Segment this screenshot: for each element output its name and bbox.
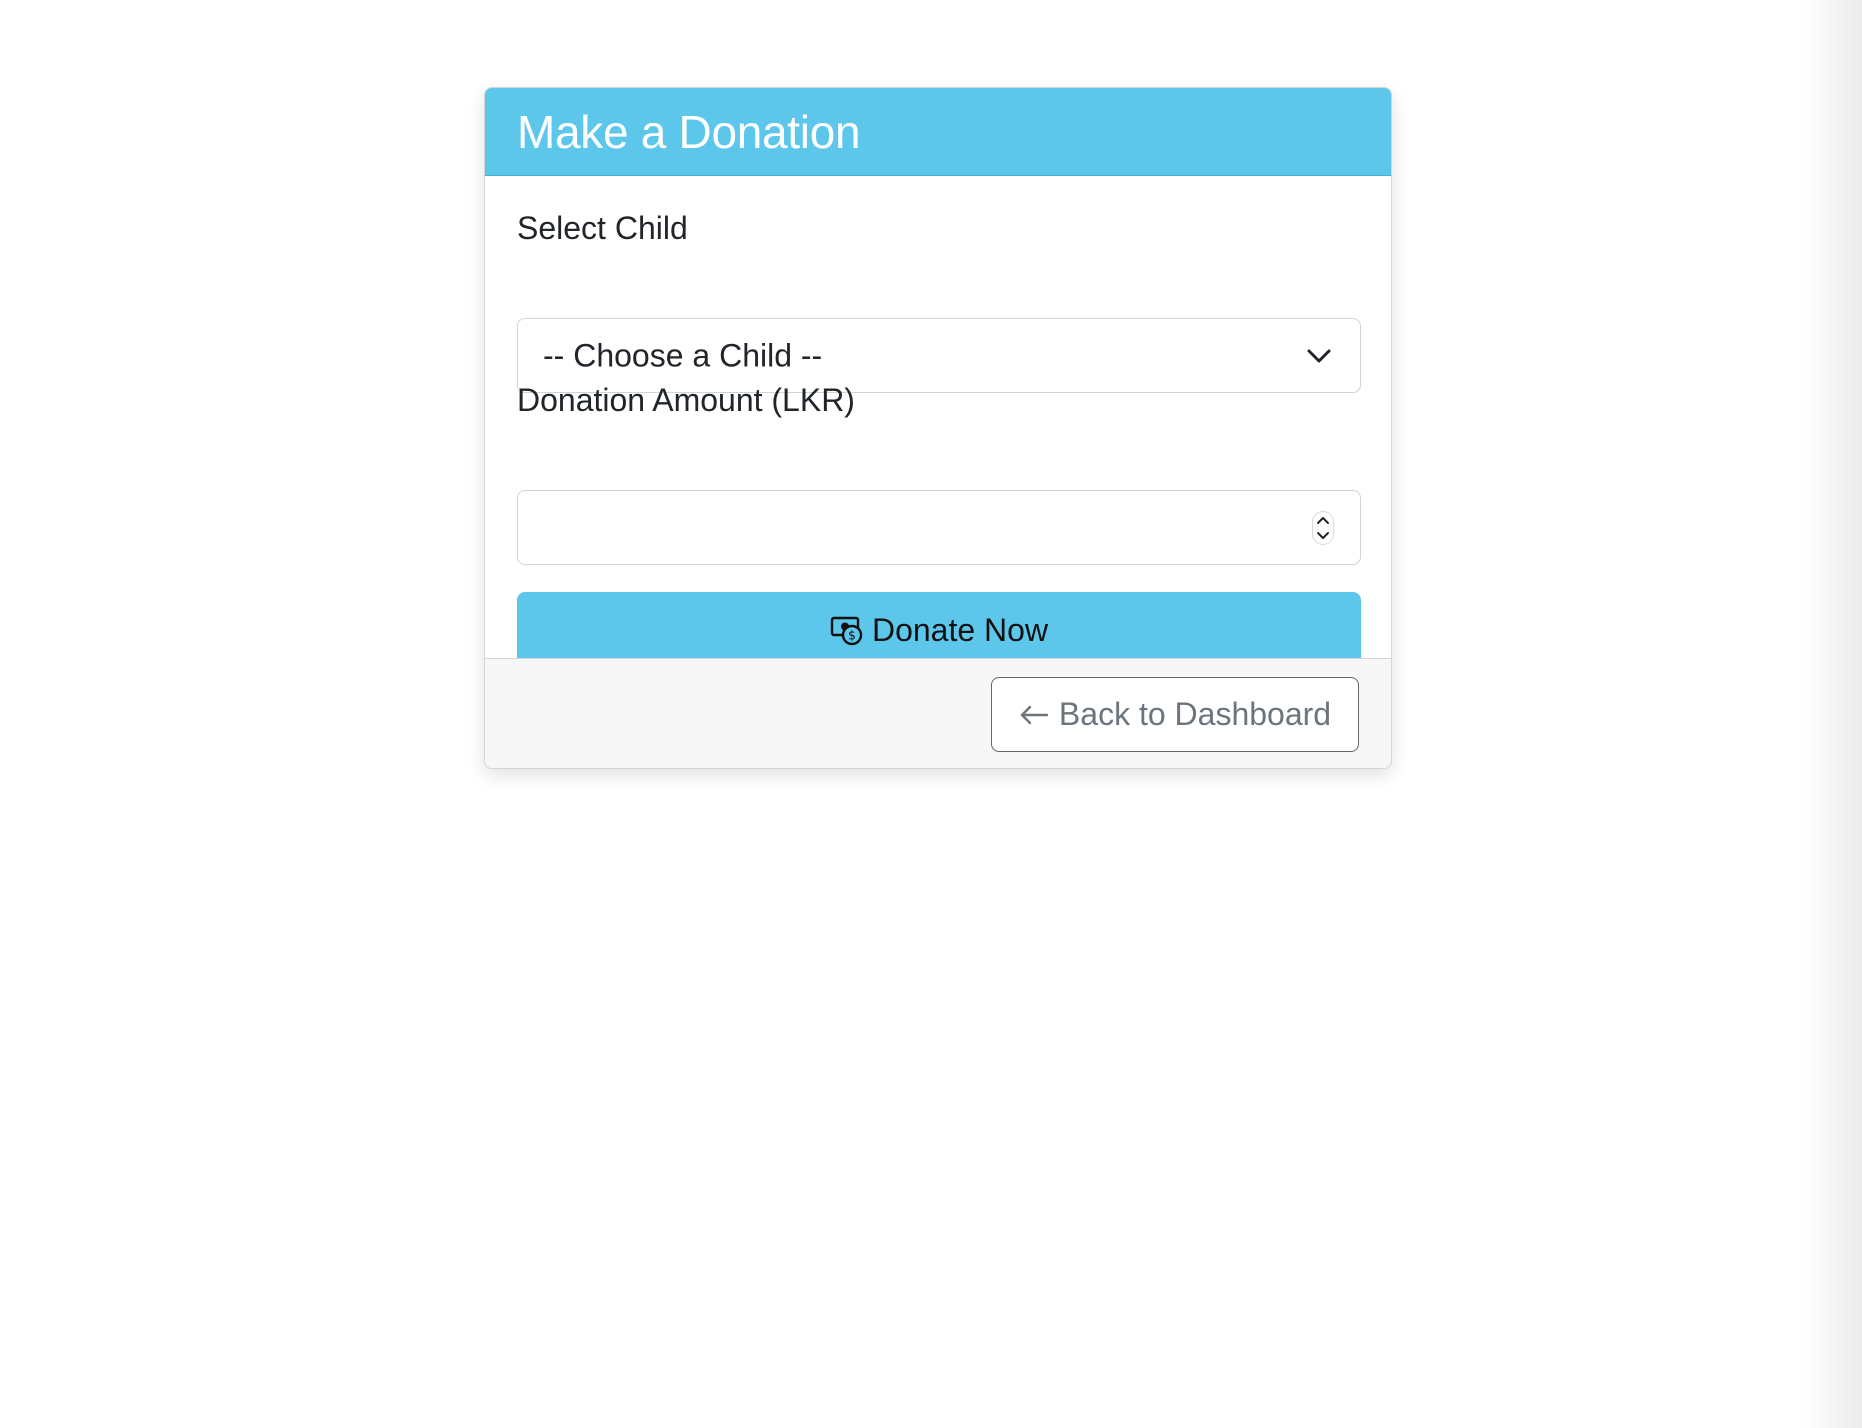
donation-form: Select Child -- Choose a Child -- Donati… <box>485 176 1391 668</box>
child-select-label: Select Child <box>517 210 688 246</box>
back-to-dashboard-button[interactable]: Back to Dashboard <box>991 677 1359 752</box>
card-header: Make a Donation <box>485 88 1391 176</box>
donation-card: Make a Donation Select Child -- Choose a… <box>484 87 1392 769</box>
number-spinner[interactable] <box>1312 510 1334 545</box>
child-select-value: -- Choose a Child -- <box>543 337 823 373</box>
donate-now-button[interactable]: $ Donate Now <box>517 592 1361 668</box>
amount-label: Donation Amount (LKR) <box>517 382 855 418</box>
donate-now-label: Donate Now <box>871 611 1049 648</box>
cash-coin-icon: $ <box>830 616 863 646</box>
page-edge-shade <box>1802 0 1862 1428</box>
arrow-left-icon <box>1020 705 1049 724</box>
card-title: Make a Donation <box>517 105 861 158</box>
card-footer: Back to Dashboard <box>485 658 1391 768</box>
back-to-dashboard-label: Back to Dashboard <box>1058 696 1332 732</box>
amount-input[interactable] <box>517 490 1361 565</box>
chevron-down-icon <box>1307 349 1331 362</box>
svg-text:$: $ <box>848 629 856 643</box>
spinner-arrows-icon <box>1317 516 1329 539</box>
